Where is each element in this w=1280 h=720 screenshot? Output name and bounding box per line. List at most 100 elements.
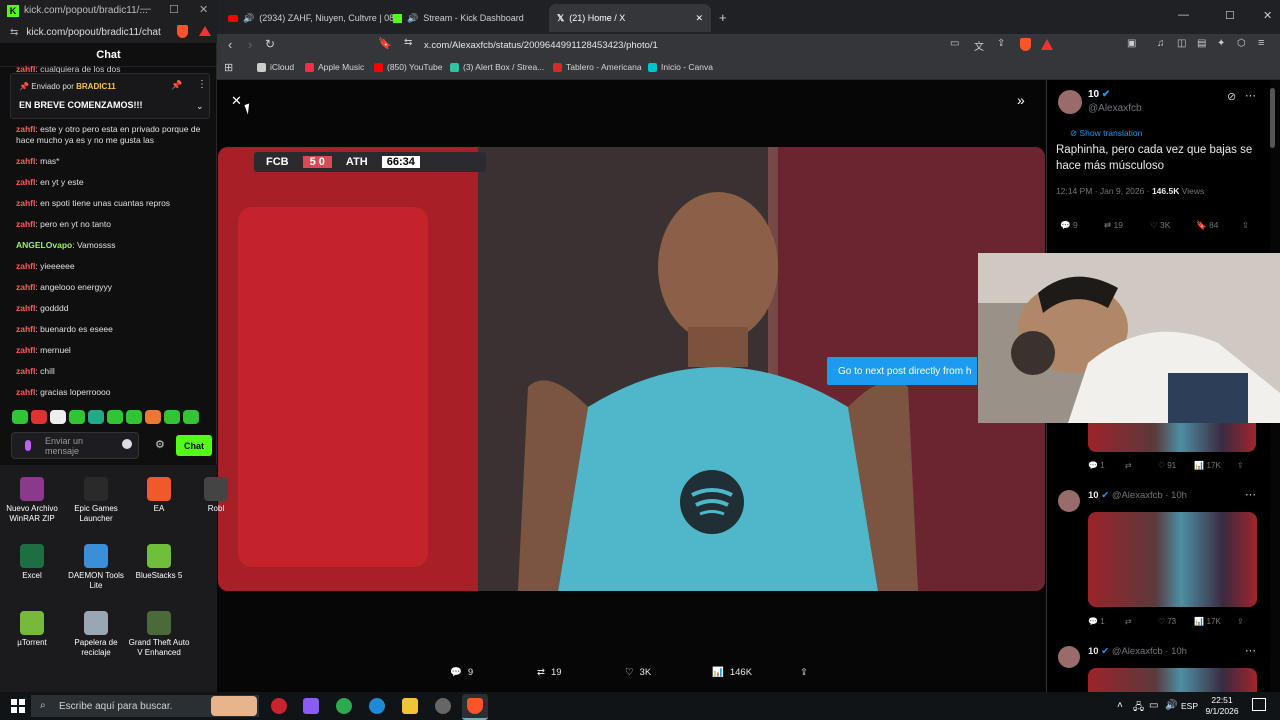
emote-icon[interactable] — [31, 410, 47, 424]
emote-icon[interactable] — [164, 410, 180, 424]
desktop-icon[interactable]: EA — [127, 477, 191, 514]
desktop-icon[interactable]: Nuevo Archivo WinRAR ZIP — [0, 477, 64, 524]
obs-icon[interactable] — [435, 698, 451, 714]
minimize-icon[interactable]: — — [140, 3, 151, 15]
forward-icon[interactable]: › — [248, 37, 252, 52]
edge-icon[interactable] — [369, 698, 385, 714]
bookmark-item[interactable]: (850) YouTube — [374, 62, 442, 72]
bookmark-icon[interactable]: 🔖 — [378, 37, 392, 50]
menu-icon[interactable]: ≡ — [1258, 37, 1264, 49]
chat-username[interactable]: zahfl — [16, 303, 35, 313]
post-handle[interactable]: @Alexaxfcb — [1088, 103, 1142, 114]
chat-username[interactable]: zahfl — [16, 124, 35, 134]
desktop-icon[interactable]: Robl — [184, 477, 248, 514]
windows-start-icon[interactable] — [11, 699, 25, 713]
split-view-icon[interactable]: ◫ — [1177, 38, 1186, 49]
post-author[interactable]: 10 ✔ — [1088, 89, 1110, 100]
emote-icon[interactable] — [50, 410, 66, 424]
emote-icon[interactable] — [107, 410, 123, 424]
bookmark-item[interactable]: (3) Alert Box / Strea... — [450, 62, 544, 72]
back-icon[interactable]: ‹ — [228, 37, 232, 52]
tab-x-home[interactable]: 𝕏 (21) Home / X ✕ — [549, 4, 711, 32]
reply-button[interactable]: 💬 9 — [1060, 220, 1078, 231]
chat-username[interactable]: zahfl — [16, 387, 35, 397]
like-button[interactable]: ♡ 3K — [1150, 220, 1170, 231]
expand-panel-icon[interactable]: » — [1017, 92, 1025, 108]
chat-username[interactable]: zahfl — [16, 345, 35, 355]
reply-button[interactable]: 💬 9 — [450, 667, 473, 678]
address-bar[interactable]: x.com/Alexaxfcb/status/20096449911284534… — [424, 36, 1089, 54]
bookmark-button[interactable]: 🔖 84 — [1196, 220, 1218, 231]
chat-username[interactable]: zahfl — [16, 261, 35, 271]
sidebar-icon[interactable]: ▣ — [1127, 38, 1136, 49]
site-info-icon[interactable]: ⇆ — [404, 37, 412, 48]
close-icon[interactable]: ✕ — [199, 3, 208, 16]
desktop-icon[interactable]: DAEMON Tools Lite — [64, 544, 128, 591]
apps-grid-icon[interactable]: ⊞ — [224, 61, 233, 74]
grok-icon[interactable]: ⊘ — [1227, 90, 1236, 103]
tab-kick-dashboard[interactable]: 🔊 Stream - Kick Dashboard — [393, 4, 524, 32]
more-icon[interactable]: ⋯ — [1245, 644, 1256, 657]
chat-username[interactable]: zahfl — [16, 219, 35, 229]
vpn-icon[interactable]: ⬡ — [1237, 38, 1246, 49]
chevron-down-icon[interactable]: ⌄ — [196, 101, 204, 112]
reply-icon[interactable]: 💬 1 — [1088, 461, 1105, 470]
emote-icon[interactable] — [12, 410, 28, 424]
maximize-icon[interactable]: ☐ — [1225, 9, 1235, 22]
repost-icon[interactable]: ⇄ — [1125, 617, 1132, 626]
chart-icon[interactable]: 📊 17K — [1194, 617, 1220, 626]
pin-icon[interactable]: 📌 — [171, 80, 182, 91]
speaker-icon[interactable]: 🔊 — [407, 13, 418, 24]
bookmark-item[interactable]: Apple Music — [305, 62, 364, 72]
close-viewer-icon[interactable]: ✕ — [231, 93, 242, 109]
chat-username[interactable]: zahfl — [16, 156, 35, 166]
bookmark-item[interactable]: Tablero - Americana — [553, 62, 642, 72]
kick-address-bar[interactable]: ⇆ kick.com/popout/bradic11/chat — [0, 21, 217, 43]
heart-icon[interactable]: ♡ 91 — [1158, 461, 1176, 470]
maximize-icon[interactable]: ☐ — [169, 3, 179, 16]
share-icon[interactable]: ⇪ — [1237, 617, 1244, 626]
file-explorer-icon[interactable] — [402, 698, 418, 714]
battery-icon[interactable]: ▭ — [1149, 700, 1158, 711]
desktop-icon[interactable]: Epic Games Launcher — [64, 477, 128, 524]
emoji-icon[interactable] — [122, 439, 132, 449]
chat-username[interactable]: zahfl — [16, 177, 35, 187]
desktop-icon[interactable]: BlueStacks 5 — [127, 544, 191, 581]
app-red-icon[interactable] — [271, 698, 287, 714]
network-icon[interactable]: 🖧 — [1133, 700, 1144, 717]
emote-icon[interactable] — [183, 410, 199, 424]
taskbar-clock[interactable]: 22:51 9/1/2026 — [1200, 695, 1244, 717]
chevron-up-icon[interactable]: ˄ — [1117, 700, 1123, 711]
next-post-tooltip[interactable]: Go to next post directly from h — [827, 357, 977, 385]
microphone-icon[interactable] — [25, 440, 31, 451]
speaker-icon[interactable]: 🔊 — [243, 13, 254, 24]
rewards-icon[interactable] — [199, 26, 211, 36]
close-icon[interactable]: ✕ — [1263, 9, 1272, 22]
close-tab-icon[interactable]: ✕ — [695, 13, 703, 24]
share-button[interactable]: ⇪ — [800, 667, 808, 678]
new-tab-icon[interactable]: + — [719, 10, 727, 25]
share-button[interactable]: ⇪ — [1242, 220, 1249, 231]
reply-author[interactable]: 10 ✔ @Alexaxfcb · 10h — [1088, 646, 1187, 657]
chat-username[interactable]: zahfl — [16, 366, 35, 376]
reply-photo[interactable] — [1088, 512, 1257, 607]
chat-send-button[interactable]: Chat — [176, 435, 212, 456]
chat-username[interactable]: ANGELOvapo — [16, 240, 72, 250]
scrollbar-thumb[interactable] — [1270, 88, 1275, 148]
repost-button[interactable]: ⇄ 19 — [1104, 220, 1123, 231]
gear-icon[interactable]: ⚙ — [155, 438, 165, 451]
chrome-icon[interactable] — [336, 698, 352, 714]
chat-username[interactable]: zahfl — [16, 282, 35, 292]
chat-username[interactable]: zahfl — [16, 324, 35, 334]
show-translation-link[interactable]: ⊘ Show translation — [1070, 128, 1142, 139]
chart-icon[interactable]: 📊 17K — [1194, 461, 1220, 470]
reply-photo[interactable] — [1088, 668, 1257, 692]
emote-icon[interactable] — [88, 410, 104, 424]
language-indicator[interactable]: ESP — [1181, 701, 1198, 711]
desktop-icon[interactable]: Papelera de reciclaje — [64, 611, 128, 658]
bookmark-item[interactable]: Inicio - Canva — [648, 62, 713, 72]
desktop-icon[interactable]: µTorrent — [0, 611, 64, 648]
bookmark-item[interactable]: iCloud — [257, 62, 294, 72]
more-icon[interactable]: ⋯ — [1245, 89, 1256, 102]
avatar[interactable] — [1058, 490, 1080, 512]
